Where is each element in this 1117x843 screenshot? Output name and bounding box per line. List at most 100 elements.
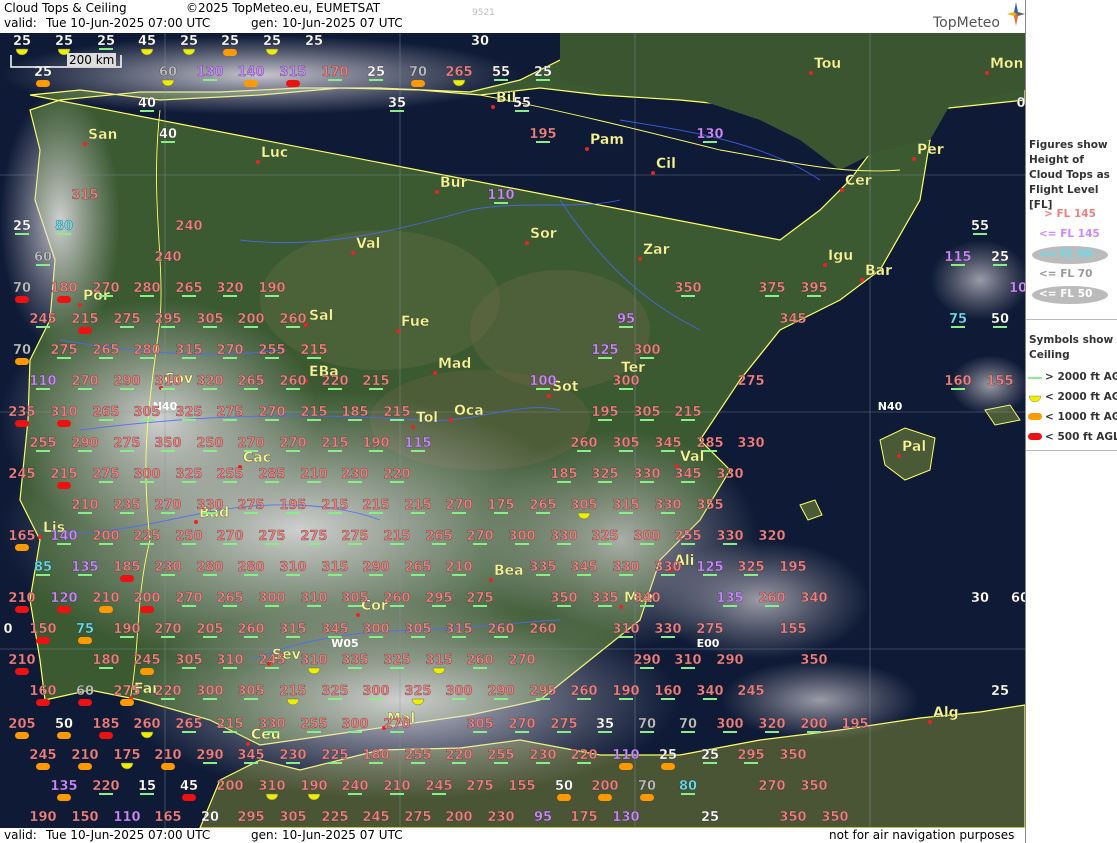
cloud-top-value: 210: [92, 591, 119, 606]
ceiling-red-symbol: [36, 699, 50, 706]
cloud-top-value: 260: [133, 717, 160, 732]
city-label[interactable]: Sal: [309, 308, 334, 324]
cloud-top-value: 20: [201, 810, 219, 825]
city-dot: [356, 613, 360, 617]
footer-gen-label: gen:: [251, 828, 278, 842]
cloud-top-value: 190: [300, 779, 327, 794]
cloud-top-value: 45: [180, 779, 198, 794]
grid-label: W05: [331, 637, 358, 650]
city-label[interactable]: Pal: [902, 439, 926, 455]
cloud-top-value: 275: [300, 529, 327, 544]
city-label[interactable]: Bar: [865, 263, 892, 279]
cloud-top-value: 30: [471, 34, 489, 49]
cloud-top-value: 210: [383, 779, 410, 794]
city-label[interactable]: Mad: [438, 356, 472, 372]
cloud-top-value: 290: [362, 560, 389, 575]
ceiling-orange-symbol: [661, 763, 675, 770]
cloud-top-value: 310: [674, 653, 701, 668]
cloud-top-value: 300: [633, 343, 660, 358]
cloud-top-value: 25: [701, 810, 719, 825]
cloud-top-value: 325: [404, 684, 431, 699]
cloud-top-value: 195: [529, 127, 556, 142]
map-header: Cloud Tops & Ceiling ©2025 TopMeteo.eu, …: [0, 0, 1025, 33]
cloud-top-value: 235: [8, 405, 35, 420]
cloud-top-value: 25: [97, 34, 115, 49]
cloud-top-value: 260: [487, 622, 514, 637]
cloud-top-value: 260: [570, 436, 597, 451]
cloud-top-value: 30: [971, 591, 989, 606]
city-label[interactable]: Bur: [440, 175, 468, 191]
city-label[interactable]: Bea: [494, 563, 524, 579]
cloud-top-value: 255: [29, 436, 56, 451]
cloud-top-value: 280: [133, 281, 160, 296]
cloud-top-value: 300: [508, 529, 535, 544]
city-label[interactable]: Tol: [416, 410, 438, 426]
city-label[interactable]: Per: [917, 142, 944, 158]
cloud-top-value: 275: [737, 374, 764, 389]
cloud-top-value: 265: [425, 529, 452, 544]
city-label[interactable]: Val: [356, 236, 381, 252]
city-label[interactable]: Fue: [401, 314, 430, 330]
cloud-top-value: 210: [8, 653, 35, 668]
cloud-top-value: 255: [258, 343, 285, 358]
ceiling-red-symbol: [286, 80, 300, 87]
city-dot: [985, 71, 989, 75]
cloud-top-value: 50: [55, 717, 73, 732]
cloud-top-value: 70: [13, 343, 31, 358]
cloud-top-value: 220: [154, 684, 181, 699]
cloud-top-value: 275: [216, 405, 243, 420]
satellite-map[interactable]: N40 N40 W05 E00 Tou Mon Bil San Pam Luc Per Cil Bur…: [0, 33, 1025, 828]
city-label[interactable]: Cer: [845, 173, 872, 189]
ceiling-orange-symbol: [15, 732, 29, 739]
cloud-top-value: 320: [216, 281, 243, 296]
ceiling-orange-symbol: [411, 80, 425, 87]
cloud-top-value: 265: [175, 281, 202, 296]
city-label[interactable]: Luc: [261, 145, 288, 161]
ceiling-orange-symbol: [598, 794, 612, 801]
topmeteo-logo[interactable]: TopMeteo: [925, 2, 1025, 32]
city-label[interactable]: Mon: [990, 56, 1024, 72]
cloud-top-value: 265: [92, 405, 119, 420]
city-label[interactable]: San: [88, 127, 118, 143]
cloud-top-value: 25: [180, 34, 198, 49]
cloud-top-value: 70: [638, 779, 656, 794]
cloud-top-value: 175: [570, 810, 597, 825]
city-label[interactable]: Cac: [243, 450, 271, 466]
cloud-top-value: 215: [71, 312, 98, 327]
cloud-top-value: 330: [654, 498, 681, 513]
ceiling-red-symbol: [57, 482, 71, 489]
city-label[interactable]: Igu: [828, 248, 854, 264]
cloud-top-value: 220: [92, 779, 119, 794]
city-dot: [585, 147, 589, 151]
city-label[interactable]: Zar: [643, 242, 670, 258]
copyright-text: ©2025 TopMeteo.eu, EUMETSAT: [186, 1, 381, 15]
cloud-top-value: 125: [591, 343, 618, 358]
cloud-top-value: 285: [258, 467, 285, 482]
cloud-top-value: 40: [159, 127, 177, 142]
city-label[interactable]: Oca: [454, 403, 484, 419]
cloud-top-value: 60: [1011, 591, 1025, 606]
city-label[interactable]: Alg: [933, 705, 959, 721]
cloud-top-value: 295: [425, 591, 452, 606]
city-label[interactable]: Val: [680, 449, 705, 465]
cloud-top-value: 295: [737, 748, 764, 763]
cloud-top-value: 215: [404, 498, 431, 513]
cloud-top-value: 305: [237, 684, 264, 699]
cloud-top-value: 10: [1009, 281, 1025, 296]
city-label[interactable]: Sor: [530, 226, 557, 242]
city-label[interactable]: Cil: [656, 156, 676, 172]
cloud-top-value: 160: [29, 684, 56, 699]
ceiling-red-symbol: [57, 296, 71, 303]
cloud-top-value: 50: [555, 779, 573, 794]
city-label[interactable]: Tou: [814, 56, 842, 72]
city-label[interactable]: Pam: [590, 132, 624, 148]
legend-divider-bottom: [1026, 450, 1117, 451]
cloud-top-value: 85: [34, 560, 52, 575]
cloud-top-value: 135: [50, 779, 77, 794]
cloud-top-value: 155: [986, 374, 1013, 389]
cloud-top-value: 35: [388, 96, 406, 111]
cloud-top-value: 345: [779, 312, 806, 327]
cloud-top-value: 25: [221, 34, 239, 49]
city-dot: [809, 71, 813, 75]
cloud-top-value: 310: [216, 653, 243, 668]
